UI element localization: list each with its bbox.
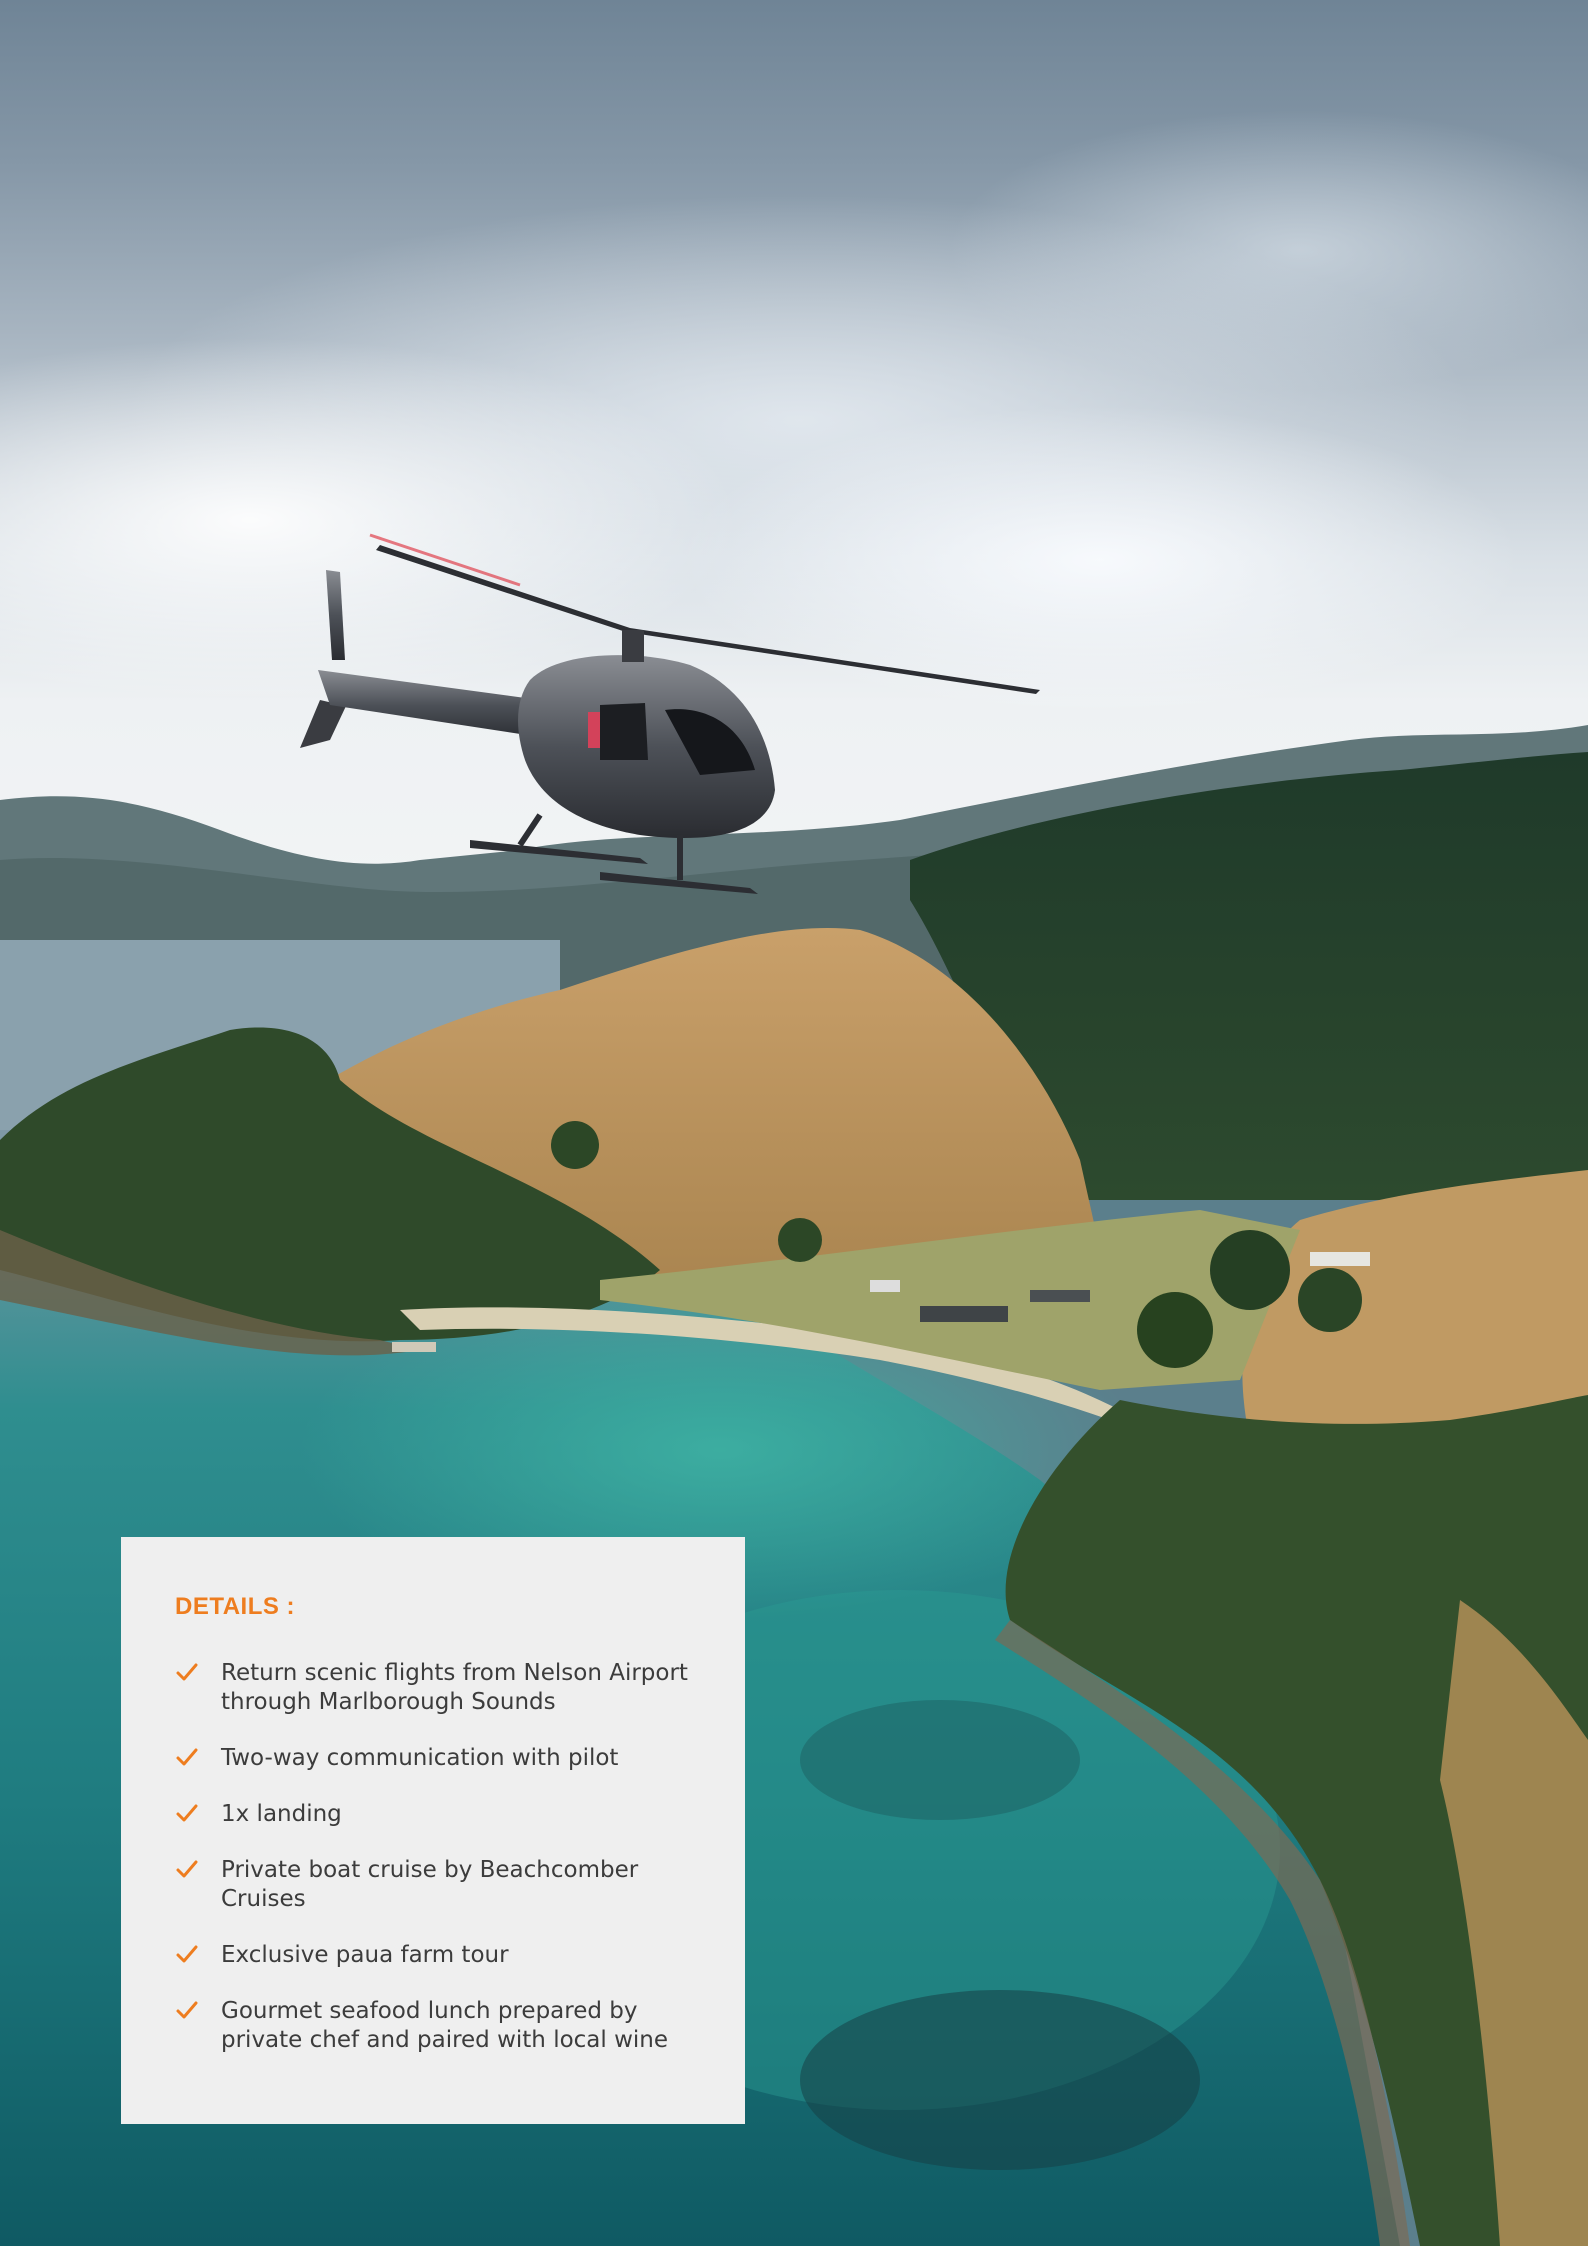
list-item-text: Two-way communication with pilot <box>221 1745 619 1771</box>
page: DETAILS : Return scenic flights from Nel… <box>0 0 1588 2246</box>
checkmark-icon <box>176 1804 198 1822</box>
list-item-text: Private boat cruise by Beachcomber Cruis… <box>221 1857 639 1912</box>
checkmark-icon <box>176 1860 198 1878</box>
checkmark-icon <box>176 1663 198 1681</box>
list-item: Return scenic flights from Nelson Airpor… <box>175 1659 705 1717</box>
details-list: Return scenic flights from Nelson Airpor… <box>175 1659 705 2055</box>
list-item: Two-way communication with pilot <box>175 1744 705 1773</box>
details-title: DETAILS : <box>175 1593 296 1620</box>
details-card: DETAILS : Return scenic flights from Nel… <box>121 1537 745 2124</box>
list-item-text: Gourmet seafood lunch prepared by privat… <box>221 1998 669 2053</box>
list-item-text: Exclusive paua farm tour <box>221 1942 509 1968</box>
list-item: Private boat cruise by Beachcomber Cruis… <box>175 1856 705 1914</box>
list-item: Gourmet seafood lunch prepared by privat… <box>175 1997 705 2055</box>
checkmark-icon <box>176 1945 198 1963</box>
checkmark-icon <box>176 2001 198 2019</box>
list-item: Exclusive paua farm tour <box>175 1941 705 1970</box>
list-item-text: 1x landing <box>221 1801 342 1827</box>
list-item: 1x landing <box>175 1800 705 1829</box>
checkmark-icon <box>176 1748 198 1766</box>
list-item-text: Return scenic flights from Nelson Airpor… <box>221 1660 688 1715</box>
